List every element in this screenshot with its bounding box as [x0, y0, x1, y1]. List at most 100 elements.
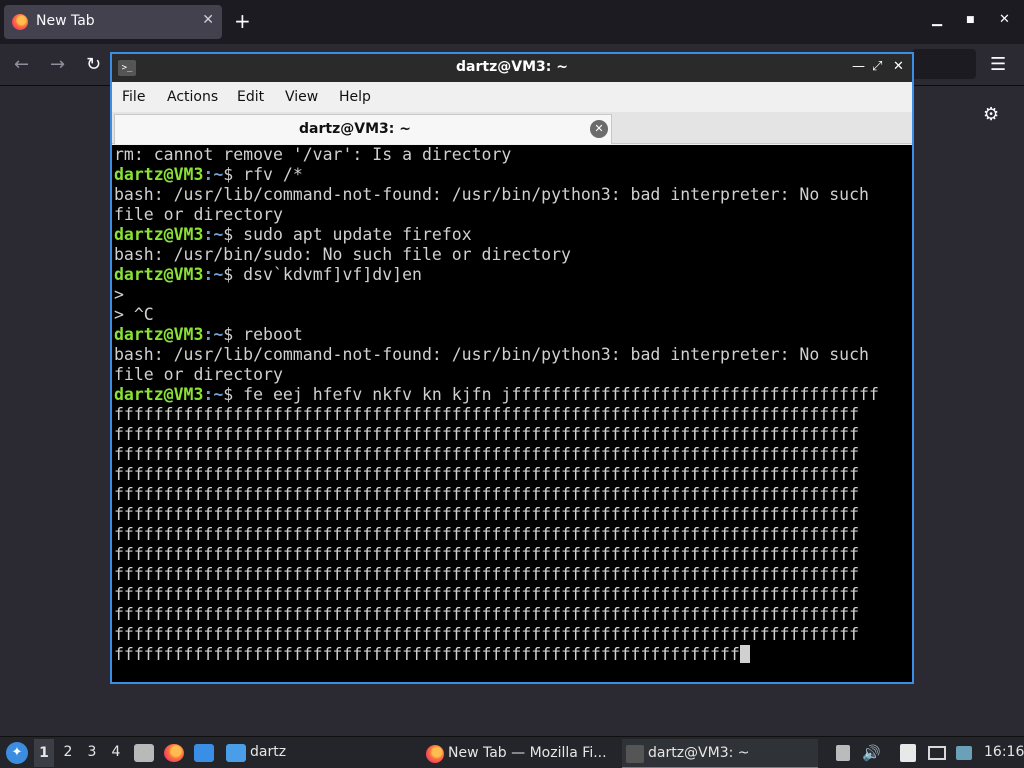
line-text: >: [114, 285, 124, 304]
terminal-output-line: ffffffffffffffffffffffffffffffffffffffff…: [114, 465, 912, 485]
taskbar: ✦ 1 2 3 4 dartz New Tab — Mozilla Fi... …: [0, 736, 1024, 768]
menu-help[interactable]: Help: [339, 89, 371, 105]
menu-view[interactable]: View: [285, 89, 318, 105]
terminal-close-button[interactable]: ✕: [893, 59, 904, 74]
workspace-4[interactable]: 4: [106, 744, 126, 760]
start-menu-button[interactable]: ✦: [6, 742, 28, 764]
terminal-command-line: dartz@VM3:~$ sudo apt update firefox: [114, 225, 912, 245]
terminal-output-line: >: [114, 285, 912, 305]
terminal-command-line: dartz@VM3:~$ dsv`kdvmf]vf]dv]en: [114, 265, 912, 285]
menu-edit[interactable]: Edit: [237, 89, 264, 105]
line-text: bash: /usr/lib/command-not-found: /usr/b…: [114, 185, 869, 204]
prompt-symbol: $: [223, 325, 244, 344]
line-text: fe eej hfefv nkfv kn kjfn jfffffffffffff…: [243, 385, 879, 404]
prompt-path: :~: [203, 165, 224, 184]
workspace-1[interactable]: 1: [34, 739, 54, 767]
line-text: ffffffffffffffffffffffffffffffffffffffff…: [114, 545, 860, 564]
terminal-output-line: rm: cannot remove '/var': Is a directory: [114, 145, 912, 165]
terminal-tab-title: dartz@VM3: ~: [299, 121, 411, 137]
line-text: file or directory: [114, 205, 283, 224]
terminal-output-line: ffffffffffffffffffffffffffffffffffffffff…: [114, 525, 912, 545]
menu-actions[interactable]: Actions: [167, 89, 218, 105]
prompt-symbol: $: [223, 265, 244, 284]
terminal-tab[interactable]: dartz@VM3: ~ ✕: [114, 114, 612, 144]
line-text: ffffffffffffffffffffffffffffffffffffffff…: [114, 425, 860, 444]
volume-icon[interactable]: 🔊: [862, 744, 881, 762]
line-text: > ^C: [114, 305, 154, 324]
taskbar-task-firefox[interactable]: New Tab — Mozilla Fi...: [422, 739, 618, 768]
terminal-maximize-button[interactable]: ⤢: [872, 59, 882, 74]
url-bar[interactable]: [912, 49, 976, 79]
terminal-command-line: dartz@VM3:~$ fe eej hfefv nkfv kn kjfn j…: [114, 385, 912, 405]
line-text: dsv`kdvmf]vf]dv]en: [243, 265, 422, 284]
terminal-output-line: ffffffffffffffffffffffffffffffffffffffff…: [114, 425, 912, 445]
terminal-icon: [626, 745, 644, 763]
close-tab-icon[interactable]: ✕: [590, 120, 608, 138]
terminal-output-line: ffffffffffffffffffffffffffffffffffffffff…: [114, 645, 912, 665]
prompt-path: :~: [203, 385, 224, 404]
line-text: ffffffffffffffffffffffffffffffffffffffff…: [114, 505, 860, 524]
terminal-window-title: dartz@VM3: ~: [456, 59, 568, 75]
folder-icon[interactable]: [226, 744, 246, 762]
menu-file[interactable]: File: [122, 89, 145, 105]
file-manager-launcher-icon[interactable]: [134, 744, 154, 762]
line-text: bash: /usr/lib/command-not-found: /usr/b…: [114, 345, 869, 364]
workspace-3[interactable]: 3: [82, 744, 102, 760]
gear-icon[interactable]: ⚙: [983, 104, 999, 125]
new-tab-button[interactable]: +: [234, 9, 251, 33]
terminal-titlebar[interactable]: >_ dartz@VM3: ~ — ⤢ ✕: [112, 54, 912, 82]
prompt-path: :~: [203, 325, 224, 344]
prompt-user: dartz@VM3: [114, 265, 204, 284]
workspace-2[interactable]: 2: [58, 744, 78, 760]
terminal-output-line: ffffffffffffffffffffffffffffffffffffffff…: [114, 625, 912, 645]
prompt-path: :~: [203, 225, 224, 244]
terminal-output[interactable]: rm: cannot remove '/var': Is a directory…: [112, 145, 912, 682]
clock[interactable]: 16:16: [984, 744, 1024, 760]
taskbar-task-label: dartz@VM3: ~: [648, 745, 750, 761]
reload-button[interactable]: ↻: [86, 54, 101, 75]
notifications-icon[interactable]: [956, 746, 972, 760]
terminal-minimize-button[interactable]: —: [852, 59, 865, 74]
taskbar-task-terminal[interactable]: dartz@VM3: ~: [622, 739, 818, 768]
prompt-user: dartz@VM3: [114, 165, 204, 184]
back-button[interactable]: ←: [14, 54, 29, 75]
terminal-output-line: ffffffffffffffffffffffffffffffffffffffff…: [114, 505, 912, 525]
terminal-output-line: bash: /usr/lib/command-not-found: /usr/b…: [114, 345, 912, 365]
terminal-output-line: ffffffffffffffffffffffffffffffffffffffff…: [114, 565, 912, 585]
clipboard-icon[interactable]: [836, 745, 850, 761]
terminal-command-line: dartz@VM3:~$ rfv /*: [114, 165, 912, 185]
notes-icon[interactable]: [900, 744, 916, 762]
browser-tab-bar: New Tab ✕ + ▁ ■ ✕: [0, 0, 1024, 44]
taskbar-task-label: New Tab — Mozilla Fi...: [448, 745, 607, 761]
prompt-symbol: $: [223, 165, 244, 184]
line-text: reboot: [243, 325, 303, 344]
firefox-launcher-icon[interactable]: [164, 744, 184, 762]
terminal-menubar: File Actions Edit View Help: [112, 82, 912, 112]
terminal-output-line: file or directory: [114, 365, 912, 385]
browser-maximize-button[interactable]: ■: [966, 15, 975, 25]
terminal-output-line: file or directory: [114, 205, 912, 225]
desktop-launcher-icon[interactable]: [194, 744, 214, 762]
line-text: sudo apt update firefox: [243, 225, 472, 244]
prompt-user: dartz@VM3: [114, 385, 204, 404]
browser-close-button[interactable]: ✕: [999, 12, 1010, 27]
line-text: file or directory: [114, 365, 283, 384]
prompt-symbol: $: [223, 225, 244, 244]
network-icon[interactable]: [928, 746, 946, 760]
prompt-user: dartz@VM3: [114, 225, 204, 244]
line-text: ffffffffffffffffffffffffffffffffffffffff…: [114, 565, 860, 584]
line-text: ffffffffffffffffffffffffffffffffffffffff…: [114, 485, 860, 504]
browser-tab-new-tab[interactable]: New Tab ✕: [4, 5, 222, 39]
line-text: ffffffffffffffffffffffffffffffffffffffff…: [114, 445, 860, 464]
close-tab-icon[interactable]: ✕: [202, 12, 214, 28]
forward-button[interactable]: →: [50, 54, 65, 75]
terminal-output-line: ffffffffffffffffffffffffffffffffffffffff…: [114, 405, 912, 425]
folder-launcher-label[interactable]: dartz: [250, 744, 286, 760]
line-text: ffffffffffffffffffffffffffffffffffffffff…: [114, 465, 860, 484]
browser-minimize-button[interactable]: ▁: [932, 12, 942, 27]
terminal-output-line: ffffffffffffffffffffffffffffffffffffffff…: [114, 545, 912, 565]
line-text: ffffffffffffffffffffffffffffffffffffffff…: [114, 585, 860, 604]
hamburger-menu-icon[interactable]: ☰: [990, 54, 1006, 75]
terminal-window: >_ dartz@VM3: ~ — ⤢ ✕ File Actions Edit …: [110, 52, 914, 684]
terminal-output-line: ffffffffffffffffffffffffffffffffffffffff…: [114, 605, 912, 625]
